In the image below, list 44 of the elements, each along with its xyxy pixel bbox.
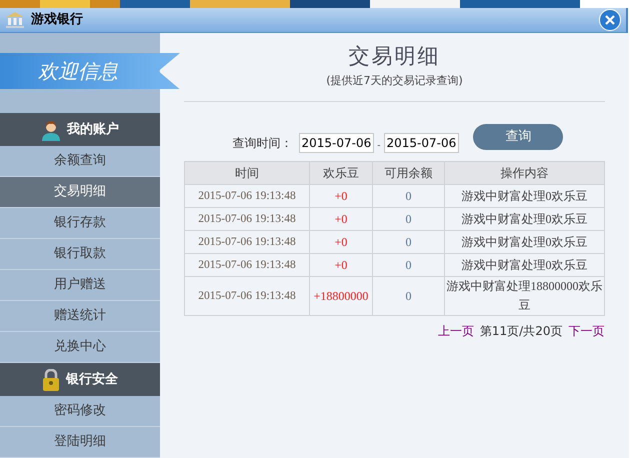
end-date-field[interactable]: 2015-07-06 (384, 133, 460, 153)
table-cell: 2015-07-06 19:13:48 (184, 184, 310, 208)
column-header: 操作内容 (444, 162, 604, 184)
table-cell: 游戏中财富处理18800000欢乐豆 (444, 276, 604, 316)
table-cell: 游戏中财富处理0欢乐豆 (444, 254, 604, 276)
page-status: 第11页/共20页 (480, 323, 562, 340)
query-button[interactable]: 查询 (473, 124, 564, 150)
page-title: 交易明细 (348, 43, 440, 70)
table-cell: +0 (310, 208, 372, 230)
close-icon (604, 14, 616, 26)
page-subtitle: (提供近7天的交易记录查询) (326, 72, 463, 88)
section-title: 我的账户 (67, 120, 119, 139)
table-cell: 0 (372, 254, 444, 276)
padlock-icon (42, 368, 60, 390)
table-cell: 2015-07-06 19:13:48 (184, 208, 310, 230)
close-button[interactable] (599, 9, 621, 31)
table-cell: +0 (310, 184, 372, 208)
table-cell: 游戏中财富处理0欢乐豆 (444, 208, 604, 230)
table-cell: 2015-07-06 19:13:48 (184, 276, 310, 316)
table-cell: 2015-07-06 19:13:48 (184, 230, 310, 254)
column-header: 欢乐豆 (310, 162, 372, 184)
table-cell: 0 (372, 184, 444, 208)
section-title: 银行安全 (66, 370, 118, 389)
column-header: 可用余额 (372, 162, 444, 184)
window-title: 游戏银行 (31, 11, 83, 30)
table-cell: 2015-07-06 19:13:48 (184, 254, 310, 276)
welcome-banner: 欢迎信息 (0, 53, 180, 90)
table-cell: 游戏中财富处理0欢乐豆 (444, 230, 604, 254)
query-label: 查询时间： (232, 135, 292, 152)
next-page-link[interactable]: 下一页 (568, 322, 604, 340)
sidebar-item[interactable]: 交易明细 (0, 177, 160, 208)
previous-page-link[interactable]: 上一页 (438, 322, 474, 340)
table-cell: +0 (310, 254, 372, 276)
table-cell: +18800000 (310, 276, 372, 316)
table-cell: 0 (372, 208, 444, 230)
table-cell: 游戏中财富处理0欢乐豆 (444, 184, 604, 208)
bank-icon (5, 11, 25, 29)
table-cell: 0 (372, 230, 444, 254)
table-cell: 0 (372, 276, 444, 316)
person-icon (41, 118, 61, 140)
date-separator: - (377, 140, 380, 152)
column-header: 时间 (184, 162, 310, 184)
start-date-field[interactable]: 2015-07-06 (298, 133, 374, 153)
table-cell: +0 (310, 230, 372, 254)
